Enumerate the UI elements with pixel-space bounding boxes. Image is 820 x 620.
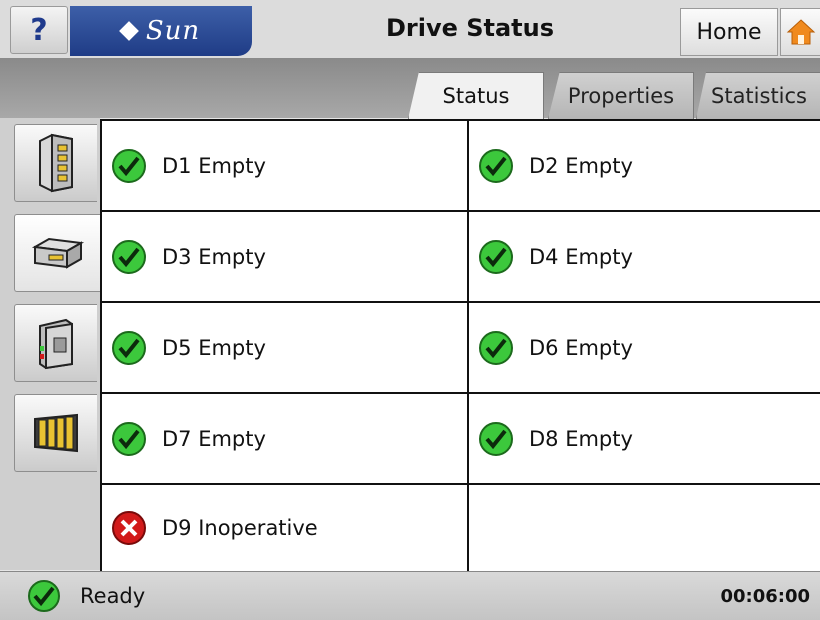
ok-check-icon — [112, 330, 146, 365]
tab-status[interactable]: Status — [408, 72, 544, 119]
sidebar — [0, 118, 101, 570]
sidebar-item-library[interactable] — [14, 124, 97, 202]
sun-logo: Sun — [70, 6, 252, 56]
home-button[interactable]: Home — [680, 8, 778, 56]
status-bar: Ready 00:06:00 — [0, 571, 820, 620]
page-title: Drive Status — [385, 14, 555, 42]
help-icon: ? — [30, 12, 48, 48]
cartridge-icon — [39, 318, 73, 370]
sidebar-item-drives[interactable] — [14, 214, 101, 292]
ok-check-icon — [479, 421, 513, 456]
drive-label: D8 Empty — [529, 426, 633, 451]
ok-check-icon — [112, 148, 146, 183]
ok-check-icon — [112, 421, 146, 456]
drive-grid: D1 Empty D2 Empty D3 Empty D4 Empty D5 E… — [100, 119, 820, 573]
drive-label: D7 Empty — [162, 426, 266, 451]
drive-cell-d6[interactable]: D6 Empty — [469, 303, 820, 394]
drive-cell-d2[interactable]: D2 Empty — [469, 121, 820, 212]
sun-diamond-icon — [118, 21, 139, 41]
house-icon — [786, 19, 816, 45]
title-bar: ? Sun Drive Status Home — [0, 0, 820, 59]
tab-strip: Status Properties Statistics — [0, 58, 820, 119]
drive-cell-d5[interactable]: D5 Empty — [102, 303, 469, 394]
sidebar-item-magazines[interactable] — [14, 394, 97, 472]
empty-cell — [469, 485, 820, 573]
logo-text: Sun — [145, 16, 201, 46]
magazine-icon — [34, 413, 78, 453]
ok-check-icon — [479, 148, 513, 183]
tab-properties[interactable]: Properties — [548, 72, 694, 119]
drive-icon — [31, 237, 85, 269]
drive-cell-d9[interactable]: D9 Inoperative — [102, 485, 469, 573]
sidebar-item-cartridges[interactable] — [14, 304, 97, 382]
drive-cell-d3[interactable]: D3 Empty — [102, 212, 469, 303]
drive-label: D5 Empty — [162, 335, 266, 360]
help-button[interactable]: ? — [10, 6, 68, 54]
drive-cell-d1[interactable]: D1 Empty — [102, 121, 469, 212]
status-time: 00:06:00 — [720, 586, 810, 607]
error-x-icon — [112, 511, 146, 545]
drive-cell-d7[interactable]: D7 Empty — [102, 394, 469, 485]
ok-check-icon — [112, 239, 146, 274]
library-icon — [39, 133, 73, 193]
drive-label: D9 Inoperative — [162, 516, 318, 540]
ok-check-icon — [479, 330, 513, 365]
drive-cell-d4[interactable]: D4 Empty — [469, 212, 820, 303]
tab-statistics[interactable]: Statistics — [696, 72, 820, 119]
house-button[interactable] — [780, 8, 820, 56]
ok-check-icon — [479, 239, 513, 274]
drive-label: D6 Empty — [529, 335, 633, 360]
drive-label: D3 Empty — [162, 244, 266, 269]
drive-label: D2 Empty — [529, 153, 633, 178]
drive-label: D4 Empty — [529, 244, 633, 269]
status-text: Ready — [80, 584, 146, 608]
ready-check-icon — [28, 580, 60, 612]
drive-cell-d8[interactable]: D8 Empty — [469, 394, 820, 485]
drive-label: D1 Empty — [162, 153, 266, 178]
